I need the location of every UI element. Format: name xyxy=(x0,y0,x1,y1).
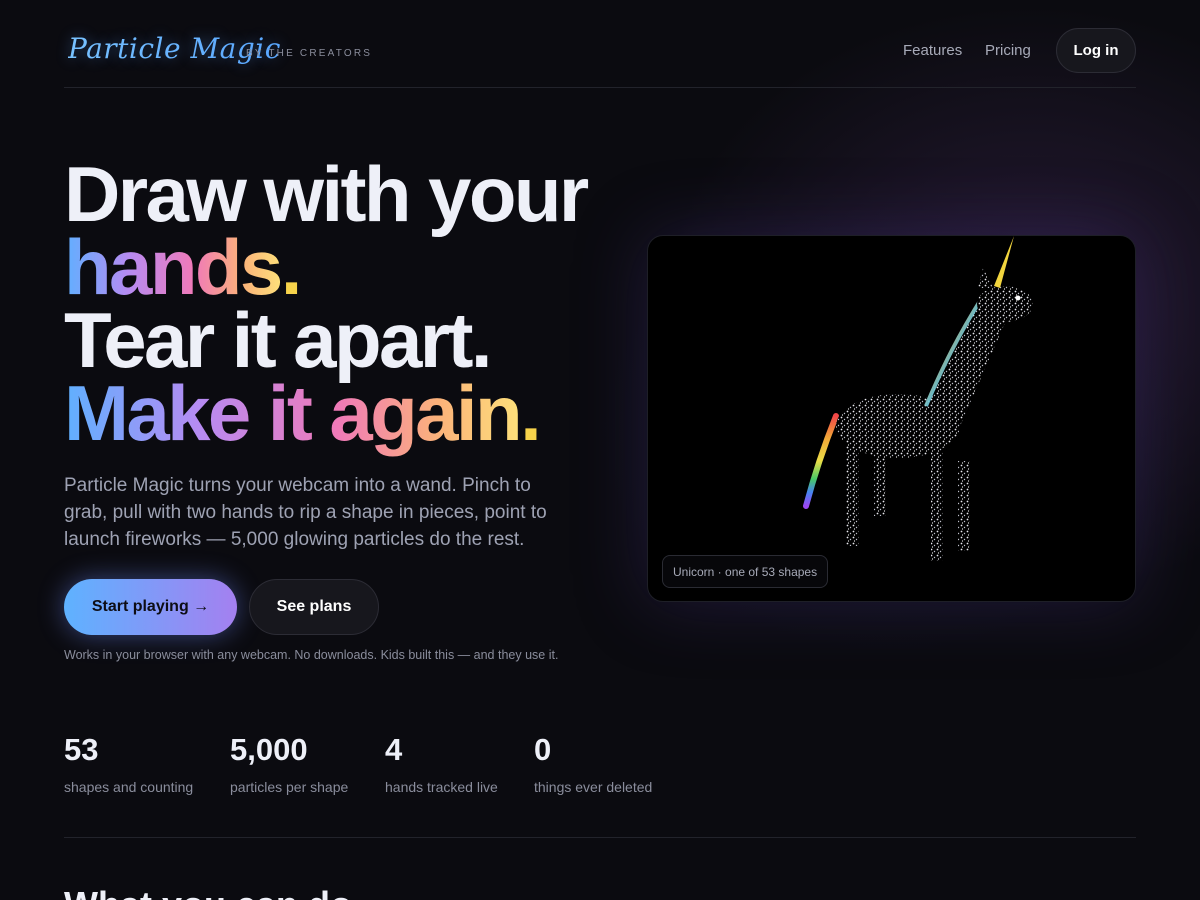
stat-value: 53 xyxy=(64,732,99,767)
unicorn-leg xyxy=(958,461,970,551)
header-divider xyxy=(64,87,1136,88)
unicorn-leg xyxy=(931,446,943,561)
stat-value: 5,000 xyxy=(230,732,308,767)
page: Particle Magic BY THE CREATORS Features … xyxy=(64,0,1136,900)
hero-word-again: again xyxy=(329,369,521,457)
hero-note: Works in your browser with any webcam. N… xyxy=(64,648,559,662)
start-playing-button[interactable]: Start playing → xyxy=(64,579,237,635)
stat-value: 4 xyxy=(385,732,403,767)
see-plans-button[interactable]: See plans xyxy=(249,579,379,635)
hero-description: Particle Magic turns your webcam into a … xyxy=(64,475,547,550)
stat-label: hands tracked live xyxy=(385,779,498,795)
site-header: Particle Magic BY THE CREATORS Features … xyxy=(64,28,1136,74)
hero-word-it: it xyxy=(267,369,311,457)
hero-period: . xyxy=(520,369,542,457)
stat-value: 0 xyxy=(534,732,552,767)
hero-line-3: Tear it apart. xyxy=(64,296,493,384)
stat-label: things ever deleted xyxy=(534,779,653,795)
hero-line-2: hands. xyxy=(64,228,624,306)
login-button[interactable]: Log in xyxy=(1056,28,1136,73)
nav-features-link[interactable]: Features xyxy=(903,42,962,59)
hero-title: Draw with your hands. Tear it apart. Mak… xyxy=(64,150,624,452)
unicorn-leg xyxy=(874,446,886,516)
next-section-heading: What you can do xyxy=(64,884,352,900)
stats-divider xyxy=(64,837,1136,838)
hero-word-make: Make xyxy=(64,369,249,457)
unicorn-tail xyxy=(803,413,839,509)
stat-deleted: 0 things ever deleted xyxy=(534,732,652,795)
hero-line-1: Draw with your xyxy=(64,150,589,238)
stat-particles: 5,000 particles per shape xyxy=(230,732,348,795)
logo-tagline: BY THE CREATORS xyxy=(246,48,373,59)
unicorn-particle-illustration xyxy=(803,236,1033,561)
stat-label: particles per shape xyxy=(230,779,349,795)
shape-preview[interactable]: Unicorn · one of 53 shapes xyxy=(647,235,1136,602)
hero-line-4: Make it again. xyxy=(64,374,624,452)
unicorn-horn xyxy=(994,236,1014,288)
hero-line-4-text: Make it again xyxy=(64,369,520,457)
unicorn-head xyxy=(977,286,1033,322)
nav-pricing-link[interactable]: Pricing xyxy=(985,42,1031,59)
unicorn-eye xyxy=(1015,295,1021,301)
stat-hands: 4 hands tracked live xyxy=(385,732,498,795)
preview-caption: Unicorn · one of 53 shapes xyxy=(662,555,829,588)
unicorn-leg xyxy=(846,441,859,546)
stat-label: shapes and counting xyxy=(64,779,194,795)
stat-shapes: 53 shapes and counting xyxy=(64,732,193,795)
unicorn-ear xyxy=(978,268,993,288)
